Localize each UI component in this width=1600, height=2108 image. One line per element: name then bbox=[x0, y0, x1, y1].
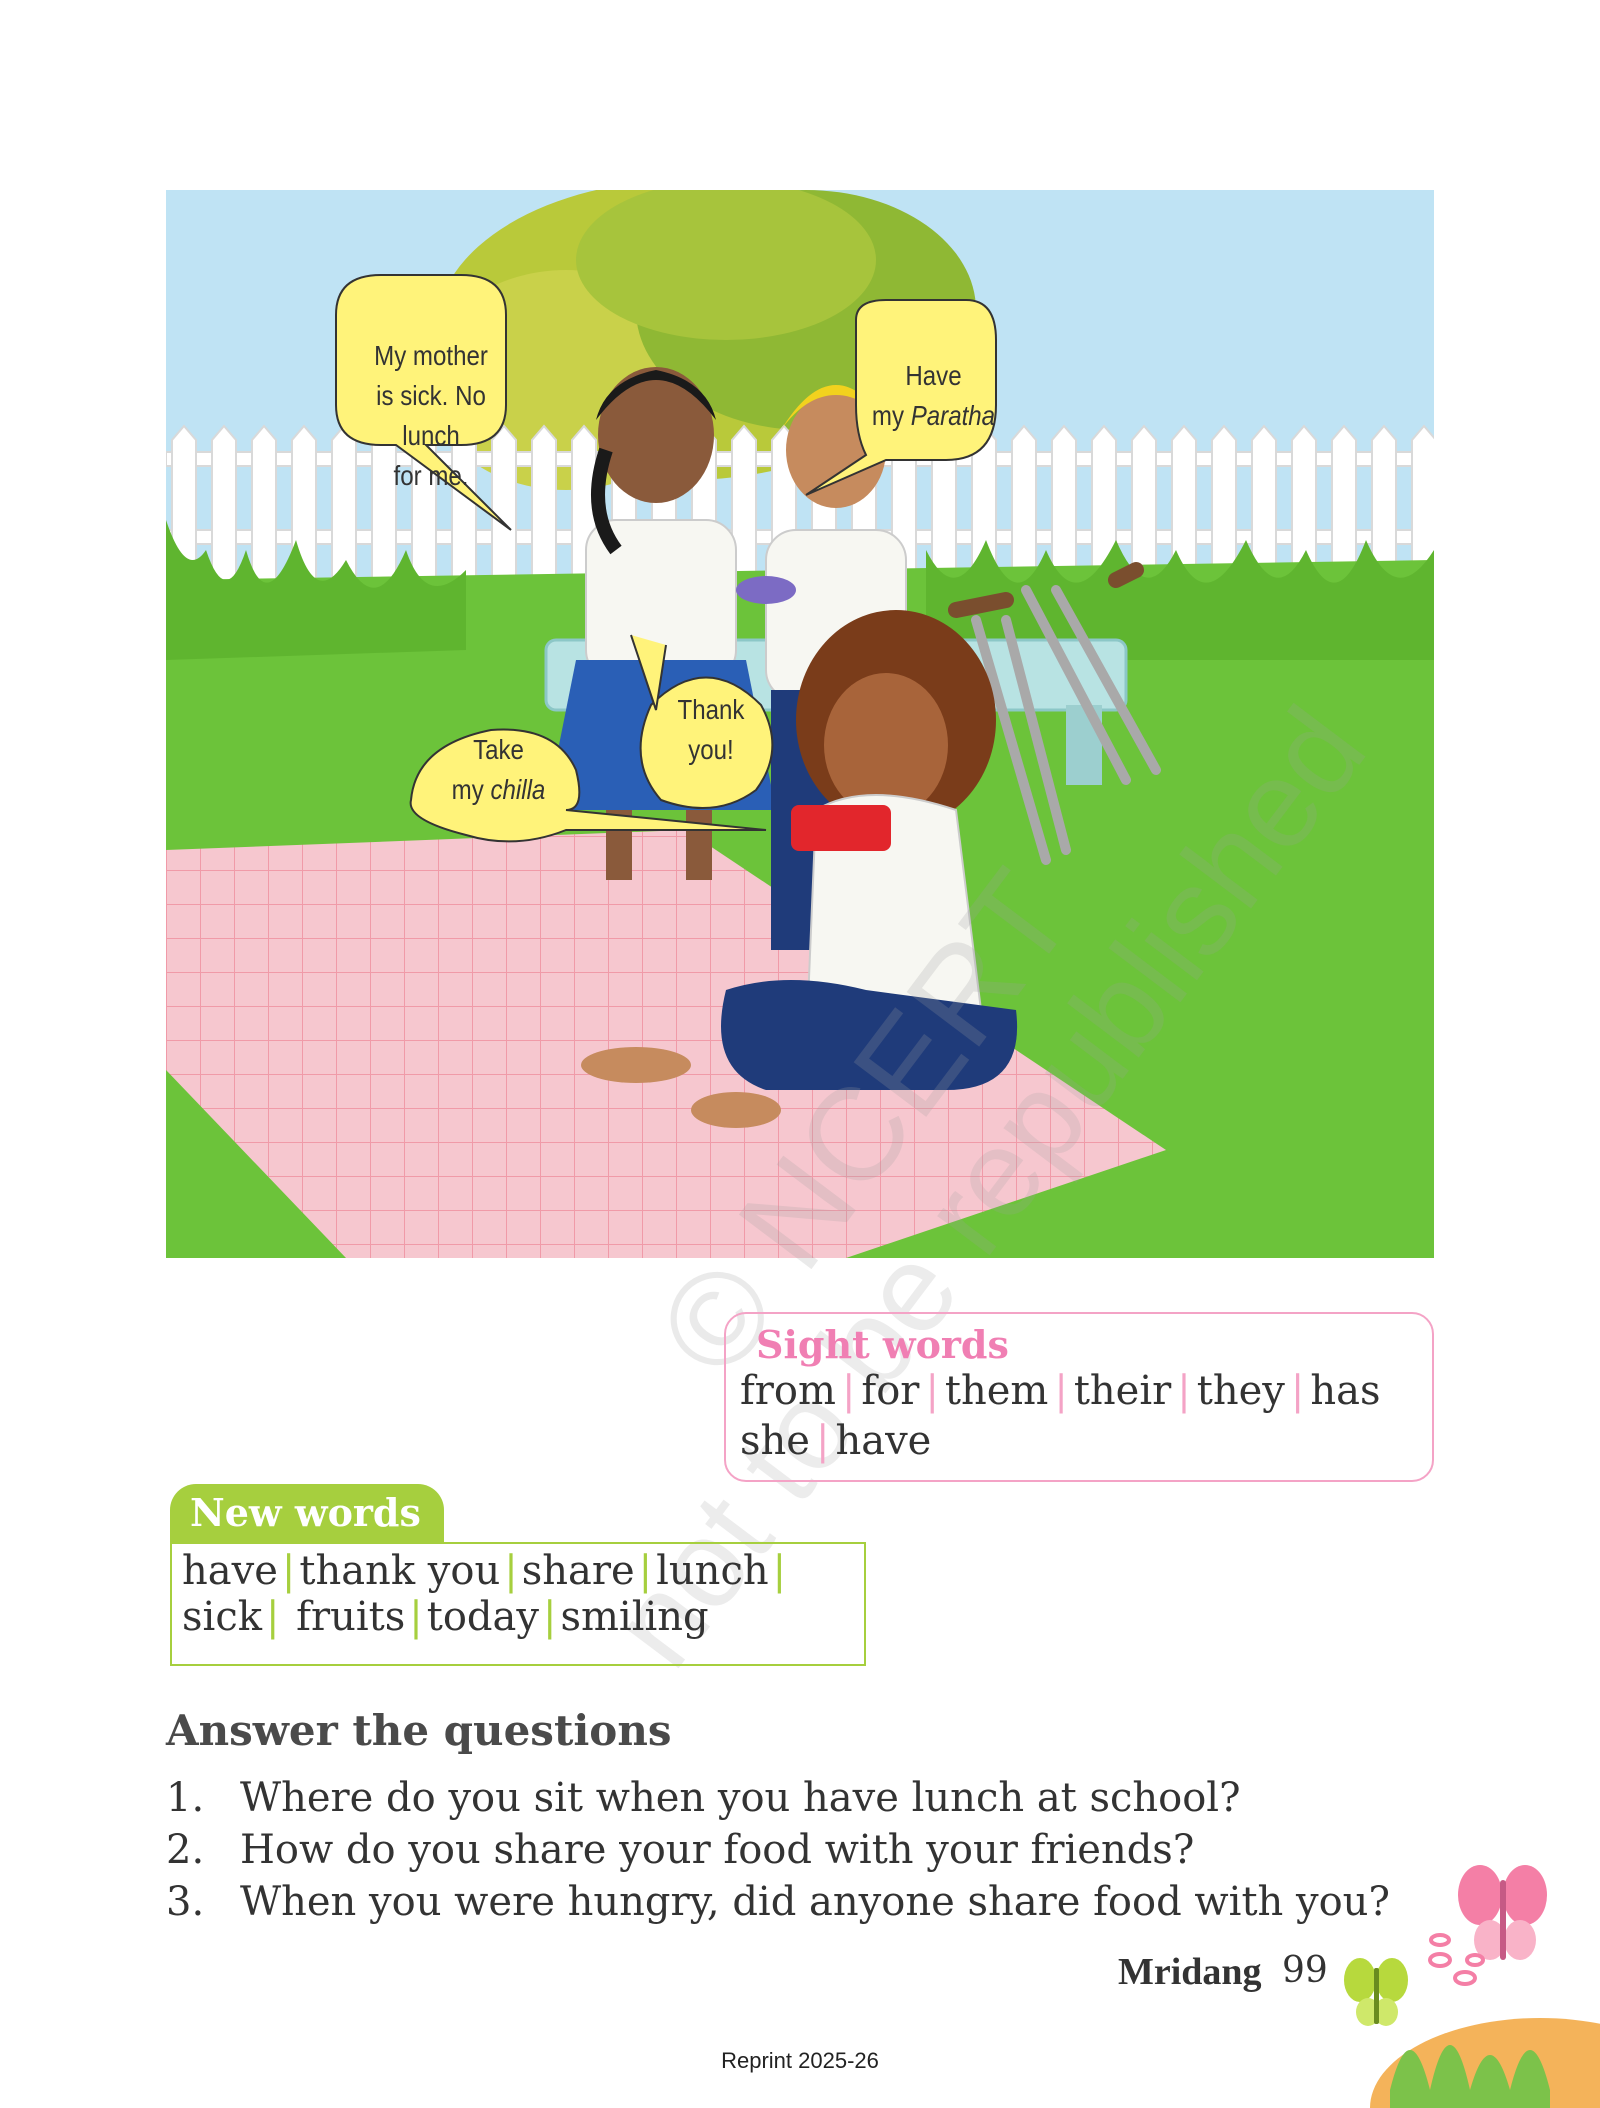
new-word: lunch bbox=[656, 1548, 769, 1594]
bubble-text-sitting-boy: Take my chilla bbox=[428, 730, 570, 810]
bubble-line: Thank bbox=[677, 694, 745, 725]
bubble-line: Have bbox=[905, 360, 962, 391]
fence-picket bbox=[1011, 424, 1037, 591]
sight-word: them bbox=[944, 1368, 1049, 1414]
bubble-word: my bbox=[871, 400, 911, 431]
question-text: Where do you sit when you have lunch at … bbox=[240, 1775, 1241, 1821]
sight-word: from bbox=[740, 1368, 836, 1414]
new-words-title: New words bbox=[190, 1490, 421, 1535]
sight-word: has bbox=[1310, 1368, 1381, 1414]
questions-list: 1. Where do you sit when you have lunch a… bbox=[166, 1772, 1390, 1928]
bubble-italic-word: Paratha bbox=[910, 400, 996, 431]
question-item: 1. Where do you sit when you have lunch a… bbox=[166, 1772, 1390, 1824]
bubble-italic-word: chilla bbox=[490, 774, 546, 805]
sight-words-line: she | have bbox=[740, 1418, 932, 1464]
question-number: 2. bbox=[166, 1827, 205, 1873]
pink-butterfly-icon bbox=[1458, 1865, 1547, 1960]
fence-picket bbox=[251, 424, 277, 591]
new-words-line: sick | fruits | today | smiling bbox=[182, 1594, 709, 1640]
sight-word: she bbox=[740, 1418, 810, 1464]
new-word: fruits bbox=[296, 1594, 406, 1640]
fence-picket bbox=[211, 424, 237, 591]
question-item: 2. How do you share your food with your f… bbox=[166, 1824, 1390, 1876]
new-word: have bbox=[182, 1548, 278, 1594]
bubble-line: My mother bbox=[374, 340, 488, 371]
bubble-line: for me. bbox=[393, 460, 469, 491]
bubble-line: my Paratha bbox=[867, 396, 1000, 436]
new-word: sick bbox=[182, 1594, 262, 1640]
sight-words-list: from | for | them | their | they | has she | have bbox=[740, 1366, 1380, 1466]
sight-word: they bbox=[1196, 1368, 1285, 1414]
book-title: Mridang bbox=[1118, 1951, 1262, 1993]
sight-word: their bbox=[1073, 1368, 1172, 1414]
bubble-line: my chilla bbox=[428, 770, 570, 810]
new-words-tab: New words bbox=[170, 1484, 444, 1542]
new-words-box: have | thank you | share | lunch | sick | fruits… bbox=[170, 1542, 866, 1666]
bubble-text-turban-boy: Have my Paratha bbox=[867, 356, 1000, 436]
new-word: today bbox=[426, 1594, 539, 1640]
green-butterfly-icon bbox=[1344, 1958, 1408, 2026]
new-word: smiling bbox=[560, 1594, 709, 1640]
page-number: 99 bbox=[1282, 1950, 1328, 1991]
new-word: thank you bbox=[299, 1548, 501, 1594]
questions-heading: Answer the questions bbox=[166, 1706, 672, 1755]
bubble-text-girl: My mother is sick. No lunch for me. bbox=[354, 336, 509, 496]
question-number: 3. bbox=[166, 1879, 205, 1925]
fence-picket bbox=[531, 424, 557, 591]
bubble-line: is sick. No lunch bbox=[376, 380, 486, 451]
bubble-text-thanks: Thank you! bbox=[664, 690, 759, 770]
question-item: 3. When you were hungry, did anyone share… bbox=[166, 1876, 1390, 1928]
butterfly-decoration bbox=[1344, 1865, 1600, 2108]
question-text: When you were hungry, did anyone share f… bbox=[240, 1879, 1390, 1925]
story-illustration: My mother is sick. No lunch for me. Have… bbox=[166, 190, 1434, 1258]
sight-words-line: from | for | them | their | they | has bbox=[740, 1368, 1381, 1414]
question-text: How do you share your food with your fri… bbox=[240, 1827, 1195, 1873]
sight-words-title: Sight words bbox=[756, 1322, 1009, 1367]
question-number: 1. bbox=[166, 1775, 205, 1821]
fence-picket bbox=[1051, 424, 1077, 591]
sight-word: have bbox=[835, 1418, 932, 1464]
new-words-list: have | thank you | share | lunch | sick | fruits… bbox=[182, 1548, 790, 1640]
new-words-line: have | thank you | share | lunch | bbox=[182, 1548, 787, 1594]
bubble-word: my bbox=[451, 774, 491, 805]
sight-word: for bbox=[861, 1368, 920, 1414]
bubble-line: Take bbox=[473, 734, 524, 765]
bubble-line: you! bbox=[688, 734, 734, 765]
new-word: share bbox=[521, 1548, 635, 1594]
sight-words-box: Sight words from | for | them | their | they | has… bbox=[724, 1312, 1434, 1482]
